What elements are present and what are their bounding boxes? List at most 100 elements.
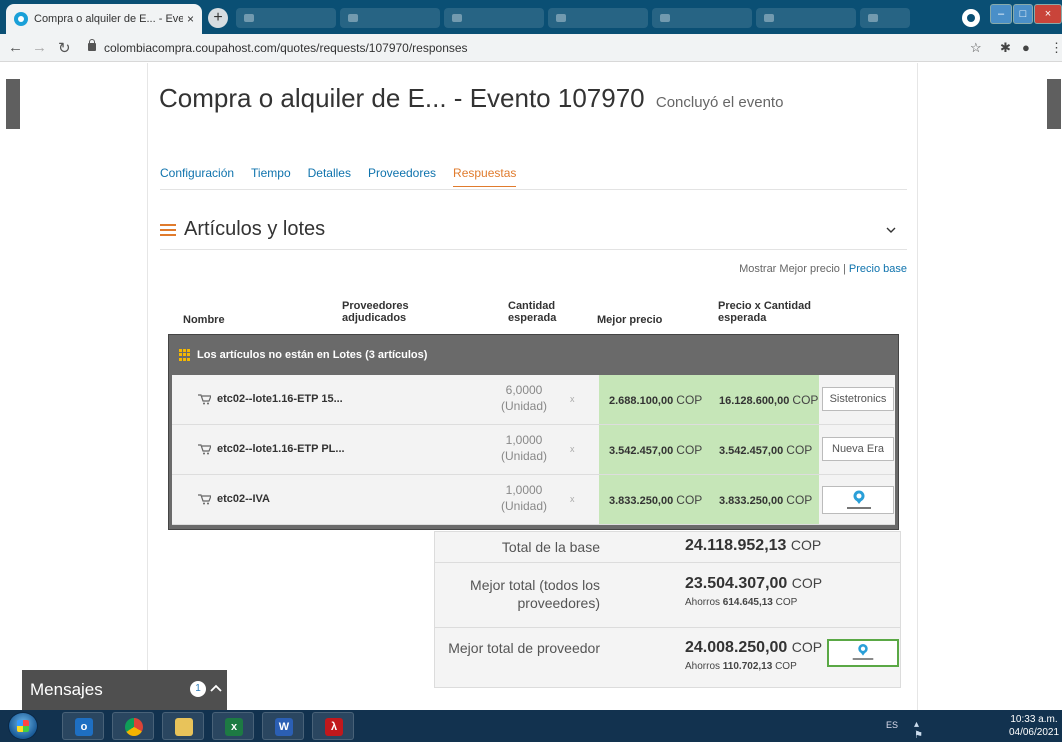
tab-configuracion[interactable]: Configuración (160, 166, 234, 187)
currency-label: COP (786, 493, 813, 507)
currency-label: COP (775, 597, 798, 608)
multiply-sign: x (570, 394, 575, 404)
messages-count-badge: 1 (190, 681, 206, 697)
window-close-button[interactable]: × (1034, 4, 1062, 24)
item-name[interactable]: etc02--lote1.16-ETP PL... (198, 443, 345, 455)
best-supplier-logo[interactable] (827, 639, 899, 667)
table-row: etc02--lote1.16-ETP 15... 6,0000 (Unidad… (172, 375, 895, 425)
currency-label: COP (786, 443, 813, 457)
language-indicator[interactable]: ES (886, 720, 898, 730)
item-quantity: 1,0000 (Unidad) (492, 482, 556, 514)
window-minimize-button[interactable]: – (990, 4, 1012, 24)
quantity-unit: (Unidad) (500, 449, 548, 463)
item-best-price: 3.833.250,00 COP (609, 493, 702, 507)
lots-table: Los artículos no están en Lotes (3 artíc… (168, 334, 899, 530)
tab-close-icon[interactable]: × (187, 12, 194, 26)
column-header-name: Nombre (183, 314, 225, 326)
taskbar-acrobat[interactable]: λ (312, 712, 354, 740)
taskbar-outlook[interactable]: o (62, 712, 104, 740)
supplier-button[interactable]: Sistetronics (822, 387, 894, 411)
account-avatar-icon[interactable]: ● (1022, 40, 1030, 55)
browser-tab-background[interactable] (340, 8, 440, 28)
supplier-logo-button[interactable] (822, 486, 894, 514)
tab-detalles[interactable]: Detalles (308, 166, 351, 187)
browser-tab-background[interactable] (236, 8, 336, 28)
forward-arrow-icon[interactable]: → (32, 39, 47, 56)
price-toggle-separator: | (839, 263, 849, 275)
column-header-quantity: Cantidad esperada (508, 300, 557, 324)
tecnophone-logo (847, 490, 871, 509)
browser-tab-background[interactable] (860, 8, 910, 28)
best-price-value: 2.688.100,00 (609, 395, 674, 407)
savings-value: 614.645,13 (722, 597, 773, 608)
messages-panel[interactable]: Mensajes 1 (22, 670, 227, 710)
item-name[interactable]: etc02--lote1.16-ETP 15... (198, 393, 343, 405)
currency-label: COP (792, 393, 819, 407)
currency-label: COP (676, 443, 703, 457)
quantity-value: 6,0000 (505, 383, 543, 397)
item-quantity: 1,0000 (Unidad) (492, 432, 556, 464)
page-title: Compra o alquiler de E... - Evento 10797… (159, 83, 783, 114)
tray-icons[interactable]: ▴ ⚑ ▣ ıll ◀ (914, 719, 930, 742)
quantity-unit: (Unidad) (500, 499, 548, 513)
section-divider (160, 249, 907, 250)
browser-profile-icon[interactable] (962, 9, 980, 27)
back-arrow-icon[interactable]: ← (8, 39, 23, 56)
chevron-up-icon[interactable] (210, 683, 222, 693)
item-best-price: 2.688.100,00 COP (609, 393, 702, 407)
start-button[interactable] (8, 712, 38, 740)
reload-icon[interactable]: ↻ (58, 39, 71, 57)
tab-tiempo[interactable]: Tiempo (251, 166, 291, 187)
item-name[interactable]: etc02--IVA (198, 493, 270, 505)
taskbar-explorer[interactable] (162, 712, 204, 740)
browser-tab-background[interactable] (548, 8, 648, 28)
tab-proveedores[interactable]: Proveedores (368, 166, 436, 187)
left-divider (147, 63, 148, 710)
extensions-puzzle-icon[interactable]: ✱ (1000, 40, 1011, 56)
taskbar-clock[interactable]: 10:33 a.m. 04/06/2021 (1006, 713, 1062, 739)
table-row: etc02--lote1.16-ETP PL... 1,0000 (Unidad… (172, 425, 895, 475)
url-field[interactable]: colombiacompra.coupahost.com/quotes/requ… (88, 38, 958, 58)
taskbar-excel[interactable]: x (212, 712, 254, 740)
cart-icon (198, 493, 211, 504)
best-total-label: Mejor total (todos los proveedores) (470, 577, 600, 611)
summary-row-best: Mejor total (todos los proveedores) 23.5… (435, 564, 900, 628)
bookmark-star-icon[interactable]: ☆ (970, 40, 982, 56)
scrollbar-thumb[interactable] (1047, 79, 1061, 129)
window-maximize-button[interactable]: □ (1013, 4, 1033, 24)
browser-tab-background[interactable] (444, 8, 544, 28)
browser-tab-background[interactable] (756, 8, 856, 28)
currency-label: COP (676, 493, 703, 507)
supplier-total-label: Mejor total de proveedor (448, 640, 600, 656)
outlook-icon: o (75, 718, 93, 736)
tab-respuestas[interactable]: Respuestas (453, 166, 517, 187)
left-scroll-marker (6, 79, 20, 129)
section-header[interactable]: Artículos y lotes (160, 218, 325, 241)
browser-menu-icon[interactable]: ⋮ (1050, 40, 1062, 56)
column-header-best-price: Mejor precio (597, 314, 663, 326)
item-total: 3.833.250,00 COP (719, 493, 812, 507)
item-name-text: etc02--IVA (217, 493, 270, 505)
clock-date: 04/06/2021 (1008, 727, 1060, 738)
best-total-value: 23.504.307,00 COP (685, 575, 822, 593)
browser-tab-active[interactable]: Compra o alquiler de E... - Evento × (6, 4, 202, 34)
precio-base-link[interactable]: Precio base (849, 263, 907, 275)
tabs-divider (160, 189, 907, 190)
lots-group-header[interactable]: Los artículos no están en Lotes (3 artíc… (169, 335, 898, 375)
taskbar-word[interactable]: W (262, 712, 304, 740)
column-header-suppliers: Proveedores adjudicados (342, 300, 409, 324)
currency-label: COP (775, 661, 797, 672)
summary-row-base: Total de la base 24.118.952,13 COP (435, 532, 900, 563)
chrome-icon (125, 718, 143, 736)
new-tab-button[interactable]: + (208, 8, 228, 28)
taskbar-chrome[interactable] (112, 712, 154, 740)
currency-label: COP (791, 575, 823, 591)
item-best-price: 3.542.457,00 COP (609, 443, 702, 457)
browser-tab-background[interactable] (652, 8, 752, 28)
multiply-sign: x (570, 444, 575, 454)
savings-value: 110.702,13 (722, 661, 773, 672)
chevron-down-icon[interactable] (886, 225, 896, 235)
savings-label: Ahorros (685, 597, 721, 608)
event-status: Concluyó el evento (655, 94, 784, 111)
supplier-button[interactable]: Nueva Era (822, 437, 894, 461)
